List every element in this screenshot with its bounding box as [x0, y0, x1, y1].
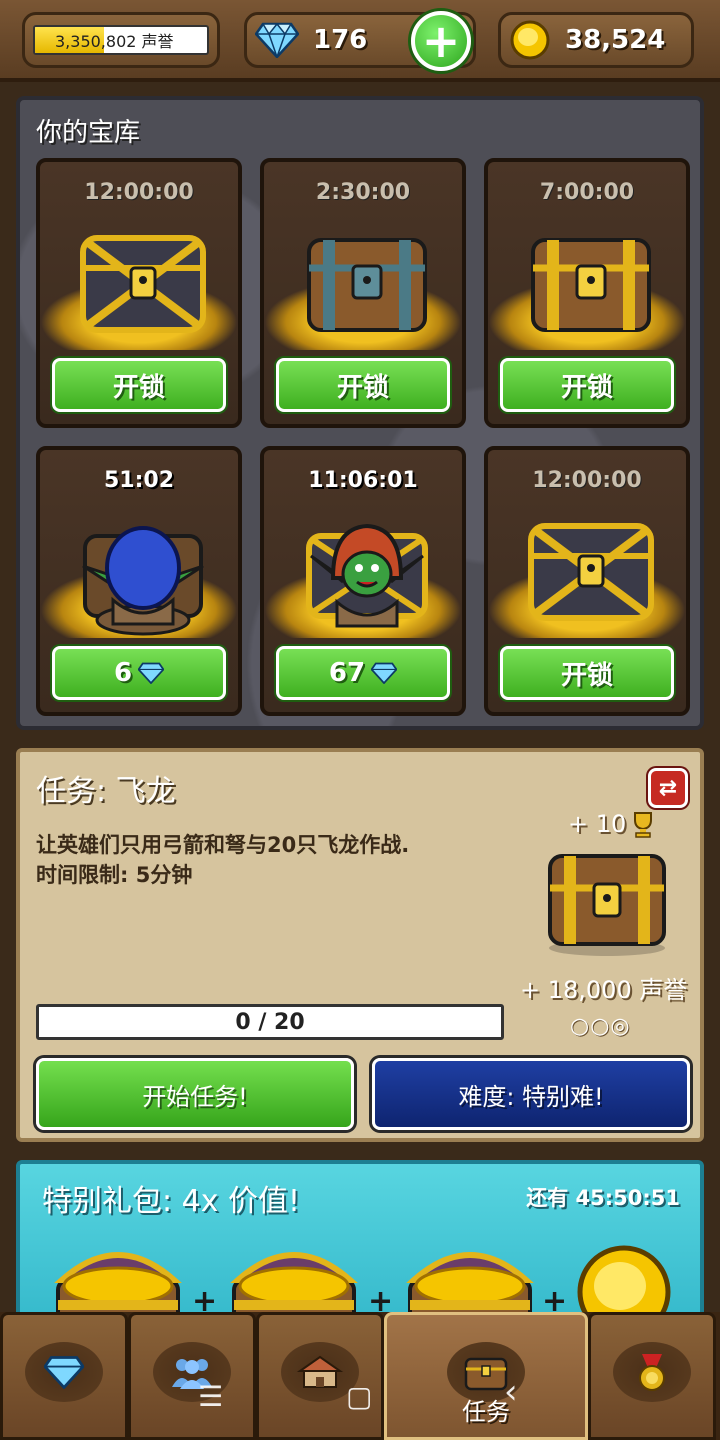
- difficulty-button[interactable]: 难度: 特别难!: [372, 1058, 690, 1130]
- top-bar: 3,350,802 声誉 176 + 38,524: [0, 0, 720, 82]
- medal-icon: [639, 1354, 665, 1391]
- chest-slot-1[interactable]: 12:00:00 开锁: [36, 158, 242, 428]
- unlock-button[interactable]: 开锁: [500, 646, 674, 700]
- reputation-value: 3,350,802 声誉: [55, 32, 174, 51]
- trophy-reward-value: + 10: [568, 810, 627, 838]
- tab-heroes[interactable]: [128, 1312, 256, 1440]
- chest-timer: 2:30:00: [315, 180, 411, 205]
- chest-timer: 12:00:00: [84, 180, 194, 205]
- quest-time-limit: 时间限制: 5分钟: [36, 863, 193, 887]
- chest-slot-5[interactable]: 11:06:01 67: [260, 446, 466, 716]
- speedup-gem-button[interactable]: 67: [276, 646, 450, 700]
- chest-slot-4[interactable]: 51:02 6: [36, 446, 242, 716]
- swap-arrows-icon: ⇄: [658, 775, 678, 801]
- tab-quests[interactable]: 任务: [384, 1312, 588, 1440]
- gem-cost: 67: [328, 658, 366, 688]
- gems-pill[interactable]: 176 +: [244, 11, 476, 71]
- chest-slot-3[interactable]: 7:00:00 开锁: [484, 158, 690, 428]
- wooden-gold-chest-icon: [531, 238, 651, 332]
- chest-timer: 51:02: [103, 468, 175, 493]
- treasury-panel: 你的宝库 12:00:00 开锁 2:30:00 开锁 7:00:00 开锁 5…: [16, 96, 704, 730]
- goblin-red-hood-icon: [306, 523, 428, 628]
- system-home-button[interactable]: ▢: [346, 1380, 372, 1413]
- gem-icon: [138, 662, 165, 684]
- unlock-button[interactable]: 开锁: [52, 358, 226, 412]
- system-back-button[interactable]: ‹: [504, 1372, 518, 1412]
- switch-quest-button[interactable]: ⇄: [648, 768, 688, 808]
- pack-title: 特别礼包: 4x 价值!: [42, 1184, 301, 1219]
- tab-label: 任务: [462, 1398, 510, 1426]
- quest-objective: 让英雄们只用弓箭和弩与20只飞龙作战.: [36, 833, 410, 857]
- unlock-button[interactable]: 开锁: [276, 358, 450, 412]
- tab-achievements[interactable]: [588, 1312, 716, 1440]
- reputation-pill[interactable]: 3,350,802 声誉: [22, 12, 220, 68]
- difficulty-pips: ○○◎: [570, 1014, 631, 1039]
- chest-slot-6[interactable]: 12:00:00 开锁: [484, 446, 690, 716]
- gem-icon: [44, 1356, 84, 1389]
- bottom-navigation: 任务: [0, 1312, 720, 1440]
- gems-count: 176: [313, 25, 368, 55]
- goblin-blue-hood-icon: [82, 526, 204, 636]
- system-menu-button[interactable]: ☰: [198, 1380, 223, 1413]
- chest-timer: 11:06:01: [308, 468, 418, 493]
- gold-pill[interactable]: 38,524: [498, 12, 694, 68]
- reward-chest-icon: [548, 854, 666, 956]
- chest-timer: 12:00:00: [532, 468, 642, 493]
- gem-icon: [371, 662, 398, 684]
- quest-progress-bar: 0 / 20: [36, 1004, 504, 1040]
- chest-timer: 7:00:00: [539, 180, 635, 205]
- speedup-gem-button[interactable]: 6: [52, 646, 226, 700]
- wooden-steel-chest-icon: [307, 238, 427, 332]
- tab-village[interactable]: [256, 1312, 384, 1440]
- reputation-bar: 3,350,802 声誉: [33, 25, 209, 55]
- trophy-reward: + 10: [568, 810, 656, 838]
- pack-timer: 还有 45:50:51: [526, 1186, 680, 1210]
- quest-panel: 任务: 飞龙 ⇄ 让英雄们只用弓箭和弩与20只飞龙作战. 时间限制: 5分钟 +…: [16, 748, 704, 1142]
- chest-icon: [464, 1357, 508, 1391]
- gold-coin-icon: [509, 19, 551, 61]
- gem-icon: [255, 22, 299, 58]
- treasury-title: 你的宝库: [36, 118, 141, 148]
- iron-cross-chest-icon: [80, 235, 206, 333]
- start-quest-button[interactable]: 开始任务!: [36, 1058, 354, 1130]
- chest-slot-2[interactable]: 2:30:00 开锁: [260, 158, 466, 428]
- gold-cross-chest-icon: [528, 523, 654, 621]
- unlock-button[interactable]: 开锁: [500, 358, 674, 412]
- quest-title: 任务: 飞龙: [36, 774, 176, 809]
- quest-description: 让英雄们只用弓箭和弩与20只飞龙作战. 时间限制: 5分钟: [36, 830, 409, 890]
- gold-count: 38,524: [565, 25, 666, 55]
- reputation-reward: + 18,000 声誉: [520, 976, 688, 1004]
- gem-cost: 6: [113, 658, 133, 688]
- tab-shop[interactable]: [0, 1312, 128, 1440]
- add-gems-button[interactable]: +: [411, 11, 471, 71]
- trophy-icon: [634, 812, 653, 838]
- village-icon: [296, 1355, 344, 1388]
